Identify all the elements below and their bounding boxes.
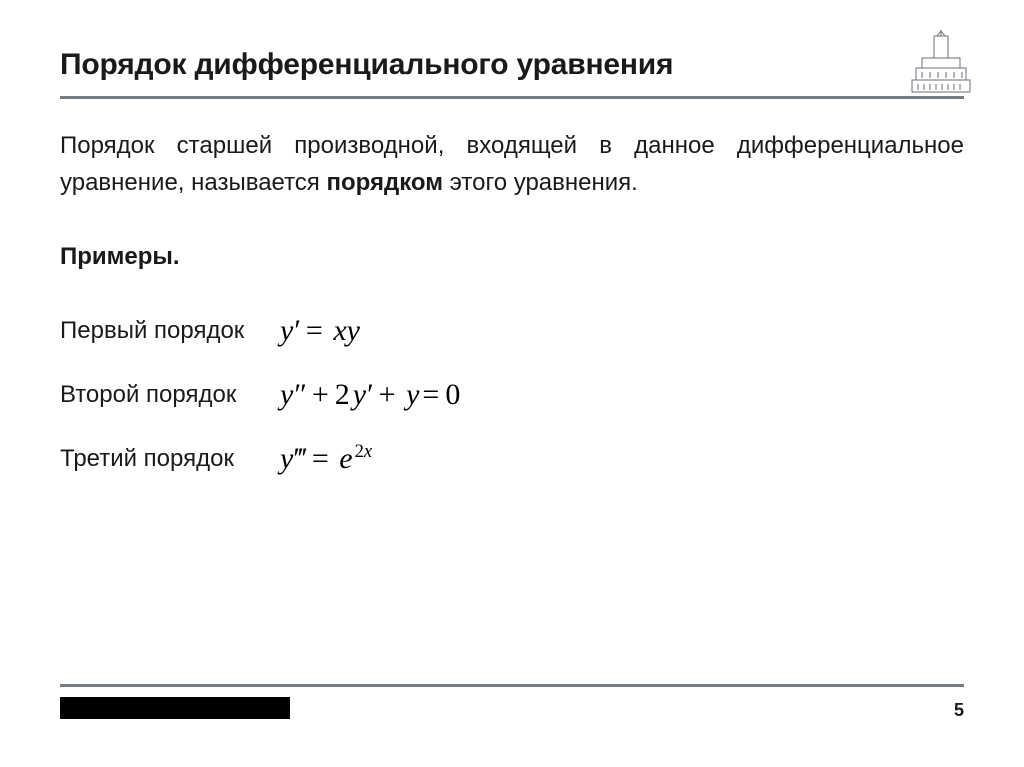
examples-heading: Примеры. — [60, 243, 964, 271]
header: Порядок дифференциального уравнения — [0, 0, 1024, 99]
slide-body: Порядок старшей производной, входящей в … — [0, 99, 1024, 491]
page-number: 5 — [954, 700, 964, 721]
example-row: Первый порядок y′= xy — [60, 299, 964, 363]
example-label: Первый порядок — [60, 317, 280, 345]
example-equation: y′= xy — [280, 314, 360, 348]
header-divider — [60, 96, 964, 99]
examples-list: Первый порядок y′= xy Второй порядок y″+… — [60, 299, 964, 491]
example-label: Третий порядок — [60, 445, 280, 473]
slide: Порядок дифференциального уравнения Поря… — [0, 0, 1024, 767]
example-label: Второй порядок — [60, 381, 280, 409]
definition-text: Порядок старшей производной, входящей в … — [60, 127, 964, 201]
example-equation: y‴= e2x — [280, 442, 372, 476]
footer-redaction — [60, 697, 290, 719]
definition-post: этого уравнения. — [443, 169, 638, 196]
example-equation: y″+2y′+ y=0 — [280, 378, 463, 412]
definition-bold: порядком — [326, 169, 443, 196]
footer-divider — [60, 684, 964, 687]
example-row: Второй порядок y″+2y′+ y=0 — [60, 363, 964, 427]
slide-title: Порядок дифференциального уравнения — [60, 48, 964, 82]
example-row: Третий порядок y‴= e2x — [60, 427, 964, 491]
